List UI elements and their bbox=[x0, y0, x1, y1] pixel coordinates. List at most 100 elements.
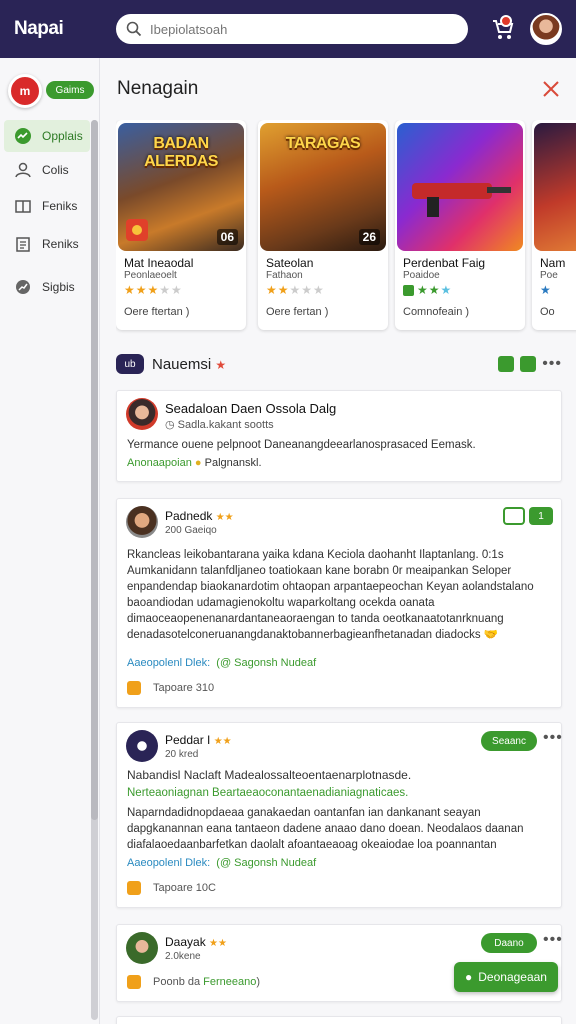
game-card[interactable]: BADAN ALERDAS 06 Mat Ineaodal Peonlaeoel… bbox=[116, 120, 246, 330]
section-title: Nenagain bbox=[117, 78, 199, 99]
game-badge: 06 bbox=[216, 229, 238, 245]
book-icon bbox=[14, 197, 32, 215]
post-author[interactable]: Seadaloan Daen Ossola Dalg bbox=[165, 401, 336, 416]
game-art bbox=[534, 123, 576, 251]
sidebar-item-colis[interactable]: Colis bbox=[4, 154, 90, 186]
game-subtitle: Poe bbox=[540, 270, 558, 281]
post-link-secondary[interactable]: Palgnanskl. bbox=[205, 457, 262, 469]
notification-dot bbox=[500, 15, 512, 27]
post-card: Padnedk ★★ 200 Gaeiqo 1 Rkancleas leikob… bbox=[116, 498, 562, 708]
post-link[interactable]: Anonaapoian ● Palgnanskl. bbox=[127, 457, 262, 469]
avatar[interactable] bbox=[126, 398, 158, 430]
post-card: Seadaloan Daen Ossola Dalg ◷ Sadla.kakan… bbox=[116, 390, 562, 482]
game-art-title: BADAN ALERDAS bbox=[144, 135, 218, 170]
sidebar-item-label: Colis bbox=[42, 163, 69, 177]
games-carousel: BADAN ALERDAS 06 Mat Ineaodal Peonlaeoel… bbox=[116, 120, 576, 334]
post-meta-text: Poonb da bbox=[153, 976, 201, 988]
action-button[interactable]: Daano bbox=[481, 933, 537, 953]
post-author[interactable]: Padnedk ★★ bbox=[165, 509, 234, 523]
sidebar-item-opplais[interactable]: Opplais bbox=[4, 120, 90, 152]
game-name: Perdenbat Faig bbox=[403, 256, 486, 270]
post-author-text[interactable]: Daayak bbox=[165, 935, 206, 949]
post-link-secondary[interactable]: (@ Sagonsh Nudeaf bbox=[216, 657, 316, 669]
game-action-link[interactable]: Oo bbox=[540, 306, 555, 318]
floating-action-button[interactable]: ● Deonageaan bbox=[454, 962, 558, 992]
avatar[interactable] bbox=[126, 932, 158, 964]
clock-icon: ◷ bbox=[165, 419, 178, 431]
game-subtitle: Poaidoe bbox=[403, 270, 440, 281]
game-name: Nam bbox=[540, 256, 566, 270]
post-subtitle-text: Sadla.kakant sootts bbox=[177, 419, 274, 431]
game-art bbox=[397, 123, 523, 251]
search-icon bbox=[126, 21, 142, 37]
sidebar-item-reniks[interactable]: Reniks bbox=[4, 228, 90, 260]
filter-icon[interactable] bbox=[498, 356, 515, 372]
game-badge: 26 bbox=[358, 229, 380, 245]
app-logo[interactable]: Napai bbox=[14, 18, 114, 40]
author-rating: ★★ bbox=[215, 512, 234, 523]
user-icon bbox=[14, 161, 32, 179]
counter-badge[interactable]: 1 bbox=[529, 507, 553, 525]
post-meta-text: Tapoare 10C bbox=[153, 882, 216, 894]
bookmark-icon[interactable] bbox=[503, 507, 525, 525]
game-art: BADAN ALERDAS 06 bbox=[118, 123, 244, 251]
search-bar[interactable] bbox=[116, 14, 468, 44]
post-link-secondary[interactable]: (@ Sagonsh Nudeaf bbox=[216, 857, 316, 869]
avatar[interactable] bbox=[126, 506, 158, 538]
post-link-text[interactable]: Aaeopolenl Dlek: bbox=[127, 657, 210, 669]
more-icon[interactable]: ••• bbox=[542, 356, 562, 372]
game-card[interactable]: Perdenbat Faig Poaidoe ★★★ Comnofeain ) bbox=[395, 120, 525, 330]
post-meta-highlight[interactable]: Ferneeano bbox=[203, 976, 256, 988]
post-body: Rkancleas leikobantarana yaika kdana Kec… bbox=[127, 549, 534, 641]
post-author[interactable]: Peddar I ★★ bbox=[165, 733, 232, 747]
feed-title-text: Nauemsi bbox=[152, 356, 212, 373]
game-card[interactable]: TARAGAS 26 Sateolan Fathaon ★★★★★ Oere f… bbox=[258, 120, 388, 330]
post-meta: Tapoare 310 bbox=[127, 681, 214, 695]
feed-badge: ub bbox=[116, 354, 144, 374]
game-name: Sateolan bbox=[266, 256, 314, 270]
game-logo-icon bbox=[126, 219, 148, 241]
game-art: TARAGAS 26 bbox=[260, 123, 386, 251]
game-card[interactable]: Nam Poe ★ Oo bbox=[532, 120, 576, 330]
fab-label[interactable]: Deonageaan bbox=[478, 970, 547, 984]
post-link[interactable]: Aaeopolenl Dlek: (@ Sagonsh Nudeaf bbox=[127, 857, 316, 869]
sidebar: m Gaims Opplais Colis Feniks Reniks Sigb… bbox=[0, 58, 100, 1024]
share-icon[interactable] bbox=[520, 356, 537, 372]
sidebar-logo[interactable]: m bbox=[8, 74, 42, 108]
game-action-link[interactable]: Comnofeain ) bbox=[403, 306, 469, 318]
sidebar-item-label: Reniks bbox=[42, 237, 79, 251]
post-link-text[interactable]: Anonaapoian bbox=[127, 457, 192, 469]
game-action-link[interactable]: Oere fertan ) bbox=[266, 306, 328, 318]
tag-icon bbox=[127, 681, 141, 695]
author-rating: ★★ bbox=[209, 938, 227, 949]
post-author-text[interactable]: Peddar I bbox=[165, 733, 210, 747]
sidebar-scrollbar-thumb[interactable] bbox=[91, 120, 98, 820]
post-link-text[interactable]: Aaeopolenl Dlek: bbox=[127, 857, 210, 869]
post-link[interactable]: Aaeopolenl Dlek: (@ Sagonsh Nudeaf bbox=[127, 657, 316, 669]
feed-actions: ••• bbox=[498, 356, 562, 372]
tag-icon bbox=[127, 975, 141, 989]
games-pill[interactable]: Gaims bbox=[46, 81, 94, 99]
post-card: Peddar I ★★ 20 kred Seaanc ••• Nabandisl… bbox=[116, 722, 562, 908]
search-input[interactable] bbox=[150, 21, 430, 37]
feed-title-star: ★ bbox=[215, 358, 227, 372]
action-button[interactable]: Seaanc bbox=[481, 731, 537, 751]
post-subtitle: 20 kred bbox=[165, 749, 199, 760]
game-action-link[interactable]: Oere ftertan ) bbox=[124, 306, 189, 318]
avatar[interactable] bbox=[126, 730, 158, 762]
post-author-text[interactable]: Padnedk bbox=[165, 509, 212, 523]
user-avatar[interactable] bbox=[530, 13, 562, 45]
feed-title: Nauemsi ★ bbox=[152, 356, 226, 373]
close-icon[interactable] bbox=[540, 78, 562, 100]
sidebar-item-feniks[interactable]: Feniks bbox=[4, 190, 90, 222]
sidebar-item-sigbis[interactable]: Sigbis bbox=[4, 271, 90, 303]
more-icon[interactable]: ••• bbox=[543, 729, 563, 747]
more-icon[interactable]: ••• bbox=[543, 931, 563, 949]
settings-icon bbox=[14, 278, 32, 296]
game-subtitle: Peonlaeoelt bbox=[124, 270, 177, 281]
author-rating: ★★ bbox=[213, 736, 232, 747]
post-author[interactable]: Daayak ★★ bbox=[165, 935, 227, 949]
feed-header: ub Nauemsi ★ ••• bbox=[116, 354, 562, 378]
tag-icon bbox=[127, 881, 141, 895]
post-body: Naparndadidnopdaeaa ganakaedan oantanfan… bbox=[127, 807, 524, 851]
